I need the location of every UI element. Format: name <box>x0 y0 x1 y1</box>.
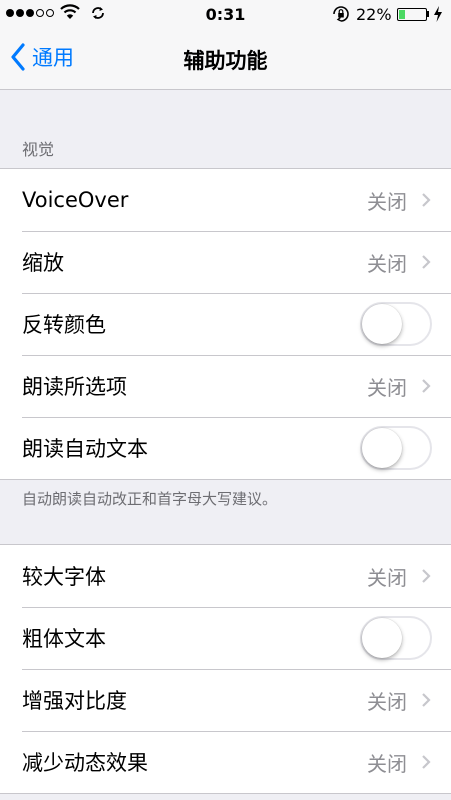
chevron-right-icon <box>422 693 431 707</box>
invert-colors-toggle[interactable] <box>360 302 432 346</box>
row-label: 粗体文本 <box>22 627 106 651</box>
settings-group-text: 较大字体 关闭 粗体文本 增强对比度 关闭 减少动态效果 关闭 <box>0 544 451 794</box>
bold-text-toggle[interactable] <box>360 616 432 660</box>
row-bold-text: 粗体文本 <box>0 607 451 669</box>
chevron-right-icon <box>422 755 431 769</box>
row-voiceover[interactable]: VoiceOver 关闭 <box>0 169 451 231</box>
row-label: 朗读所选项 <box>22 375 127 399</box>
row-speak-selection[interactable]: 朗读所选项 关闭 <box>0 355 451 417</box>
charging-bolt-icon <box>434 6 442 22</box>
section-footer-note: 自动朗读自动改正和首字母大写建议。 <box>22 490 278 508</box>
chevron-right-icon <box>422 255 431 269</box>
row-label: 反转颜色 <box>22 313 106 337</box>
row-reduce-motion[interactable]: 减少动态效果 关闭 <box>0 731 451 793</box>
row-invert-colors: 反转颜色 <box>0 293 451 355</box>
row-label: 减少动态效果 <box>22 751 148 775</box>
row-label: VoiceOver <box>22 188 129 212</box>
orientation-lock-icon <box>333 6 349 22</box>
row-label: 缩放 <box>22 251 64 275</box>
chevron-right-icon <box>422 193 431 207</box>
status-bar: 0:31 22% <box>0 0 451 28</box>
row-value: 关闭 <box>367 689 407 714</box>
row-speak-auto-text: 朗读自动文本 <box>0 417 451 479</box>
page-title: 辅助功能 <box>183 49 268 73</box>
row-label: 朗读自动文本 <box>22 437 148 461</box>
row-label: 较大字体 <box>22 565 106 589</box>
navigation-bar: 通用 辅助功能 <box>0 28 451 90</box>
battery-percent: 22% <box>356 5 392 24</box>
chevron-right-icon <box>422 379 431 393</box>
toggle-knob <box>362 304 402 344</box>
row-value: 关闭 <box>367 251 407 276</box>
row-value: 关闭 <box>367 189 407 214</box>
speak-auto-text-toggle[interactable] <box>360 426 432 470</box>
toggle-knob <box>362 618 402 658</box>
row-value: 关闭 <box>367 375 407 400</box>
row-increase-contrast[interactable]: 增强对比度 关闭 <box>0 669 451 731</box>
toggle-knob <box>362 428 402 468</box>
row-larger-text[interactable]: 较大字体 关闭 <box>0 545 451 607</box>
settings-group-vision: VoiceOver 关闭 缩放 关闭 反转颜色 朗读所选项 关闭 朗读自动文本 <box>0 168 451 480</box>
battery-icon <box>397 8 427 21</box>
row-value: 关闭 <box>367 751 407 776</box>
chevron-right-icon <box>422 569 431 583</box>
row-label: 增强对比度 <box>22 689 127 713</box>
section-header-vision: 视觉 <box>22 140 55 159</box>
row-zoom[interactable]: 缩放 关闭 <box>0 231 451 293</box>
row-value: 关闭 <box>367 565 407 590</box>
battery-cap <box>427 11 429 17</box>
